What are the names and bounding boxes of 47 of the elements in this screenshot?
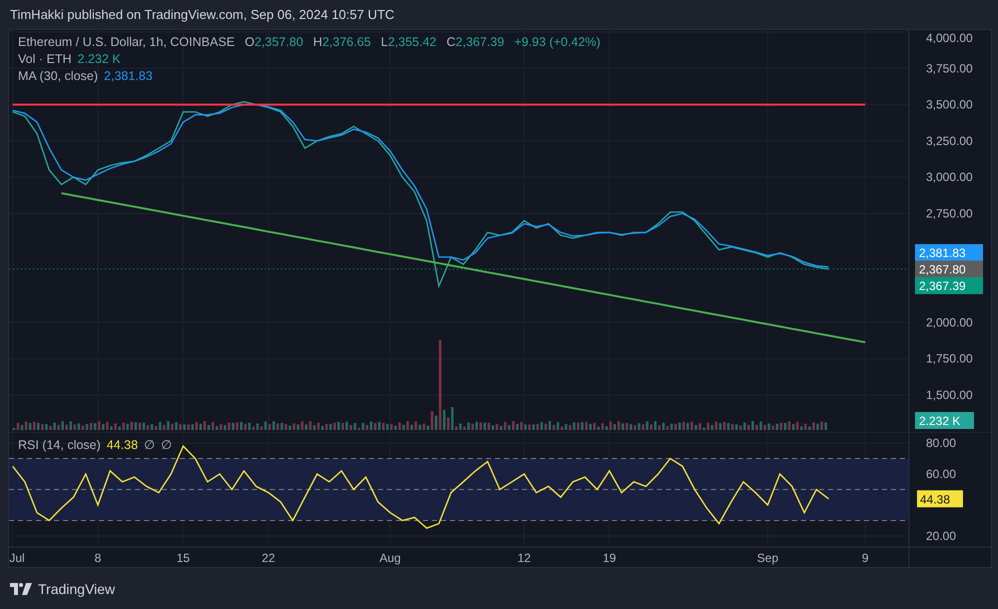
ohlc-value: 2,357.80 (254, 35, 304, 49)
logo-icon (10, 582, 32, 594)
x-axis-label: 15 (176, 551, 190, 565)
y-axis-label: 3,500.00 (926, 98, 973, 112)
x-axis-label: 9 (862, 551, 868, 565)
y-axis-label: 3,000.00 (926, 170, 973, 184)
rsi-extra-value: ∅ (144, 437, 155, 452)
y-axis-label: 1,750.00 (926, 352, 973, 366)
y-axis-label: 80.00 (926, 436, 956, 450)
ohlc-value: 2,367.39 (456, 35, 504, 49)
ohlc-key: H (313, 35, 322, 49)
publish-info: TimHakki published on TradingView.com, Sep 06, 2024 10:57 UTC (10, 7, 394, 22)
x-axis-label: Jul (9, 551, 25, 565)
volume-value: 2.232 K (78, 52, 121, 66)
y-axis-label: 2,000.00 (926, 315, 973, 330)
symbol-title: Ethereum / U.S. Dollar, 1h, COINBASE (18, 35, 235, 49)
y-axis-label: 60.00 (926, 467, 956, 481)
ohlc-key: O (244, 35, 254, 49)
x-axis-label: 12 (517, 551, 531, 565)
ohlc-key: L (380, 35, 388, 49)
rsi-value: 44.38 (106, 438, 138, 452)
y-axis-label: 20.00 (926, 529, 956, 543)
x-axis-label: 8 (94, 551, 102, 565)
ma-label: MA (30, close) (18, 69, 98, 83)
y-axis-label: 2,750.00 (926, 206, 973, 221)
brand-name: TradingView (38, 580, 116, 596)
ohlc-value: 2,355.42 (388, 35, 436, 49)
rsi-label: RSI (14, close) (18, 438, 101, 452)
rsi-extra-value: ∅ (160, 437, 172, 452)
y-axis-label: 1,500.00 (926, 388, 973, 402)
rsi-tag: 44.38 (917, 490, 963, 508)
volume-label: Vol · ETH (18, 52, 72, 66)
price-tag: 2,381.83 (915, 244, 983, 262)
x-axis-label: Sep (757, 551, 778, 565)
x-axis-label: Aug (380, 551, 401, 565)
y-axis-label: 4,000.00 (926, 31, 973, 45)
price-tag: 2,367.39 (915, 277, 983, 294)
y-axis-label: 3,250.00 (926, 134, 973, 148)
ohlc-key: C (446, 35, 456, 49)
x-axis-label: 19 (602, 551, 616, 565)
y-axis-label: 3,750.00 (926, 61, 973, 76)
price-tag: 2,367.80 (915, 260, 983, 278)
ma-value: 2,381.83 (104, 69, 153, 83)
x-axis-label: 22 (262, 551, 276, 565)
ohlc-value: 2,376.65 (322, 35, 371, 49)
price-change: +9.93 (+0.42%) (514, 35, 600, 49)
volume-tag: 2.232 K (915, 412, 974, 429)
